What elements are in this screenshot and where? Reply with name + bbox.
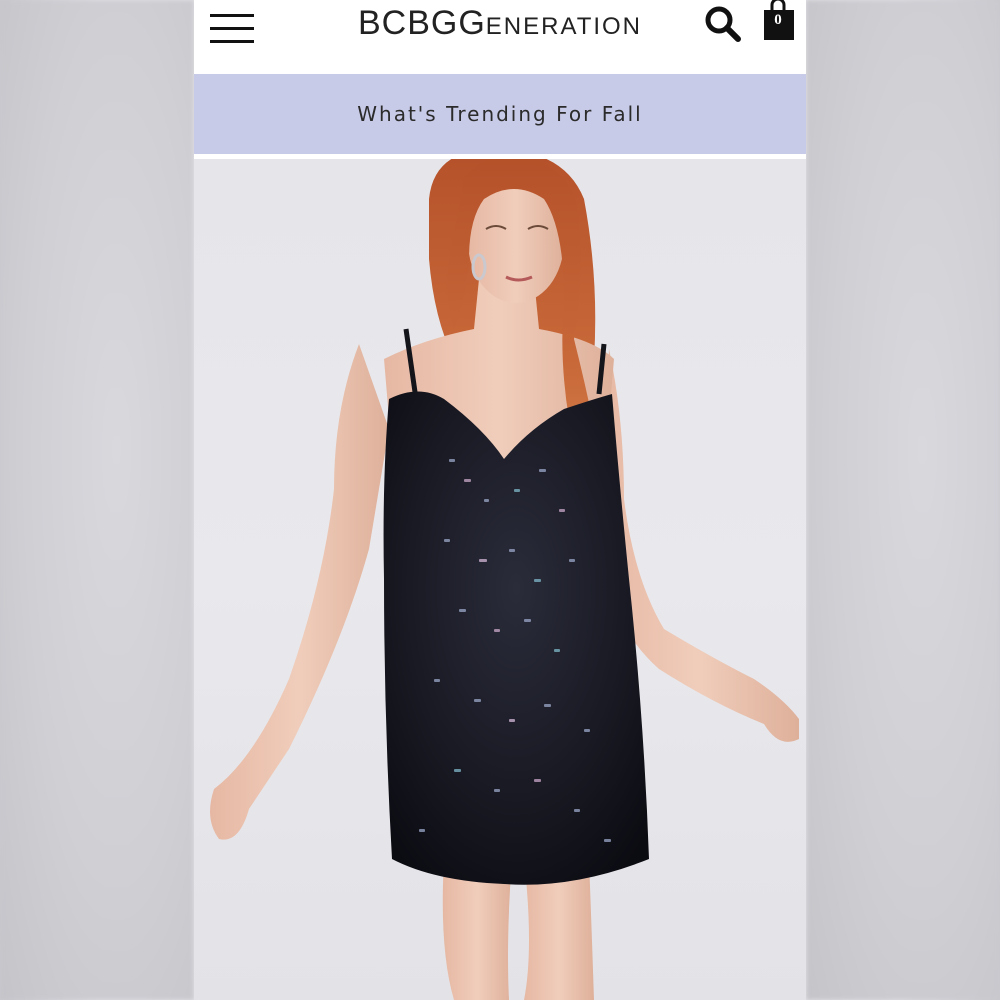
shopping-bag-icon[interactable]: 0 — [762, 0, 798, 44]
hero-product-image[interactable] — [194, 159, 806, 1000]
logo-prefix: BCBG — [357, 4, 459, 42]
model-illustration — [210, 159, 799, 1000]
promo-banner[interactable]: What's Trending For Fall — [194, 74, 806, 154]
cart-count-badge: 0 — [774, 12, 782, 28]
mobile-page: BCBGGENERATION 0 What's Trending For Fal… — [194, 0, 806, 1000]
left-background-blur — [0, 0, 194, 1000]
logo-cap: G — [458, 4, 486, 42]
site-header: BCBGGENERATION 0 — [194, 0, 806, 74]
search-icon[interactable] — [700, 2, 744, 46]
logo-suffix: ENERATION — [485, 13, 643, 40]
promo-text: What's Trending For Fall — [357, 102, 643, 126]
right-background-blur — [806, 0, 1000, 1000]
